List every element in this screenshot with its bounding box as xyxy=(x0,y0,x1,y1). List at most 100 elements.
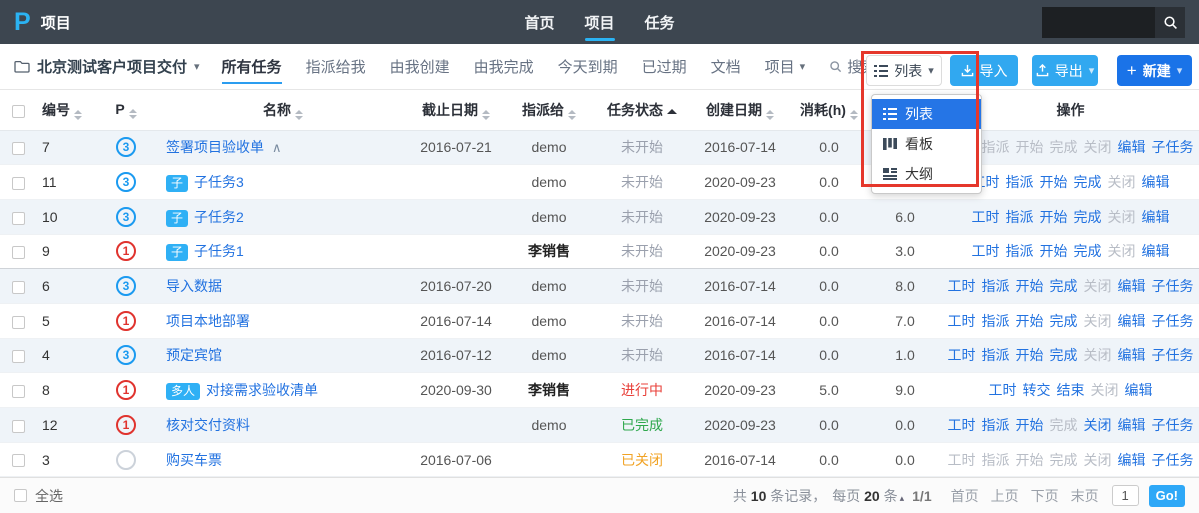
tab-project-menu[interactable]: 项目▾ xyxy=(765,44,806,89)
view-option-list[interactable]: 列表 xyxy=(872,99,981,129)
row-checkbox[interactable] xyxy=(12,454,25,467)
action-开始[interactable]: 开始 xyxy=(1016,417,1044,433)
action-工时[interactable]: 工时 xyxy=(948,347,976,363)
header-assignee[interactable]: 指派给 xyxy=(504,90,594,130)
new-button[interactable]: + 新建 ▾ xyxy=(1117,55,1192,86)
collapse-icon[interactable]: ∧ xyxy=(272,140,282,155)
task-link[interactable]: 导入数据 xyxy=(166,278,222,294)
header-due[interactable]: 截止日期 xyxy=(408,90,504,130)
action-工时[interactable]: 工时 xyxy=(948,278,976,294)
row-checkbox[interactable] xyxy=(12,212,25,225)
action-完成[interactable]: 完成 xyxy=(1074,243,1102,259)
action-子任务[interactable]: 子任务 xyxy=(1152,278,1194,294)
row-checkbox[interactable] xyxy=(12,281,25,294)
action-编辑[interactable]: 编辑 xyxy=(1118,278,1146,294)
row-checkbox[interactable] xyxy=(12,142,25,155)
header-name[interactable]: 名称 xyxy=(158,90,408,130)
action-转交[interactable]: 转交 xyxy=(1023,382,1051,398)
tab-docs[interactable]: 文档 xyxy=(711,44,741,89)
action-工时[interactable]: 工时 xyxy=(989,382,1017,398)
task-link[interactable]: 子任务2 xyxy=(194,209,244,225)
row-checkbox[interactable] xyxy=(12,316,25,329)
tab-assigned-to-me[interactable]: 指派给我 xyxy=(306,44,366,89)
action-编辑[interactable]: 编辑 xyxy=(1142,209,1170,225)
header-id[interactable]: 编号 xyxy=(36,90,94,130)
select-all-checkbox[interactable] xyxy=(12,105,25,118)
task-link[interactable]: 项目本地部署 xyxy=(166,313,250,329)
action-开始[interactable]: 开始 xyxy=(1016,278,1044,294)
export-button[interactable]: 导出 ▾ xyxy=(1032,55,1098,86)
action-指派[interactable]: 指派 xyxy=(1006,243,1034,259)
action-完成[interactable]: 完成 xyxy=(1050,313,1078,329)
action-子任务[interactable]: 子任务 xyxy=(1152,417,1194,433)
task-link[interactable]: 购买车票 xyxy=(166,452,222,468)
task-link[interactable]: 签署项目验收单 xyxy=(166,139,264,155)
view-option-kanban[interactable]: 看板 xyxy=(872,129,981,159)
action-指派[interactable]: 指派 xyxy=(982,313,1010,329)
action-完成[interactable]: 完成 xyxy=(1074,174,1102,190)
action-子任务[interactable]: 子任务 xyxy=(1152,313,1194,329)
import-button[interactable]: 导入 xyxy=(950,55,1018,86)
action-关闭[interactable]: 关闭 xyxy=(1084,417,1112,433)
last-page-link[interactable]: 末页 xyxy=(1071,486,1099,506)
search-input[interactable] xyxy=(1042,7,1155,38)
action-子任务[interactable]: 子任务 xyxy=(1152,347,1194,363)
action-开始[interactable]: 开始 xyxy=(1040,209,1068,225)
action-开始[interactable]: 开始 xyxy=(1016,347,1044,363)
go-button[interactable]: Go! xyxy=(1149,485,1185,507)
action-指派[interactable]: 指派 xyxy=(982,278,1010,294)
project-switcher[interactable]: 北京测试客户项目交付 ▾ xyxy=(14,44,200,89)
action-编辑[interactable]: 编辑 xyxy=(1142,174,1170,190)
action-子任务[interactable]: 子任务 xyxy=(1152,139,1194,155)
header-status[interactable]: 任务状态 xyxy=(594,90,690,130)
select-all-checkbox[interactable] xyxy=(14,489,27,502)
action-工时[interactable]: 工时 xyxy=(948,313,976,329)
action-开始[interactable]: 开始 xyxy=(1040,243,1068,259)
task-link[interactable]: 子任务3 xyxy=(194,174,244,190)
action-编辑[interactable]: 编辑 xyxy=(1118,452,1146,468)
task-link[interactable]: 预定宾馆 xyxy=(166,347,222,363)
row-checkbox[interactable] xyxy=(12,246,25,259)
prev-page-link[interactable]: 上页 xyxy=(991,486,1019,506)
action-编辑[interactable]: 编辑 xyxy=(1118,313,1146,329)
row-checkbox[interactable] xyxy=(12,350,25,363)
tab-finished-by-me[interactable]: 由我完成 xyxy=(474,44,534,89)
tab-due-today[interactable]: 今天到期 xyxy=(558,44,618,89)
view-switch-button[interactable]: 列表 ▾ xyxy=(866,55,942,86)
action-指派[interactable]: 指派 xyxy=(1006,209,1034,225)
header-created[interactable]: 创建日期 xyxy=(690,90,790,130)
nav-item-home[interactable]: 首页 xyxy=(524,0,554,44)
brand[interactable]: P 项目 xyxy=(14,10,71,35)
action-工时[interactable]: 工时 xyxy=(972,209,1000,225)
tab-all-tasks[interactable]: 所有任务 xyxy=(222,44,282,89)
page-number-input[interactable] xyxy=(1112,485,1139,506)
action-指派[interactable]: 指派 xyxy=(982,417,1010,433)
action-开始[interactable]: 开始 xyxy=(1040,174,1068,190)
row-checkbox[interactable] xyxy=(12,385,25,398)
action-结束[interactable]: 结束 xyxy=(1057,382,1085,398)
action-完成[interactable]: 完成 xyxy=(1074,209,1102,225)
action-编辑[interactable]: 编辑 xyxy=(1118,347,1146,363)
action-编辑[interactable]: 编辑 xyxy=(1118,417,1146,433)
header-select-all[interactable] xyxy=(0,90,36,130)
select-all[interactable]: 全选 xyxy=(14,486,63,506)
action-编辑[interactable]: 编辑 xyxy=(1125,382,1153,398)
action-编辑[interactable]: 编辑 xyxy=(1118,139,1146,155)
nav-item-task[interactable]: 任务 xyxy=(645,0,675,44)
action-工时[interactable]: 工时 xyxy=(972,243,1000,259)
action-编辑[interactable]: 编辑 xyxy=(1142,243,1170,259)
task-link[interactable]: 子任务1 xyxy=(194,243,244,259)
task-link[interactable]: 核对交付资料 xyxy=(166,417,250,433)
row-checkbox[interactable] xyxy=(12,420,25,433)
search-icon[interactable] xyxy=(1155,7,1185,38)
action-完成[interactable]: 完成 xyxy=(1050,347,1078,363)
per-page-control[interactable]: 每页 20 条▴ xyxy=(832,486,906,506)
action-指派[interactable]: 指派 xyxy=(982,347,1010,363)
action-开始[interactable]: 开始 xyxy=(1016,313,1044,329)
task-link[interactable]: 对接需求验收清单 xyxy=(206,382,318,398)
action-完成[interactable]: 完成 xyxy=(1050,278,1078,294)
header-cost[interactable]: 消耗(h) xyxy=(790,90,868,130)
action-工时[interactable]: 工时 xyxy=(948,417,976,433)
action-指派[interactable]: 指派 xyxy=(1006,174,1034,190)
action-子任务[interactable]: 子任务 xyxy=(1152,452,1194,468)
